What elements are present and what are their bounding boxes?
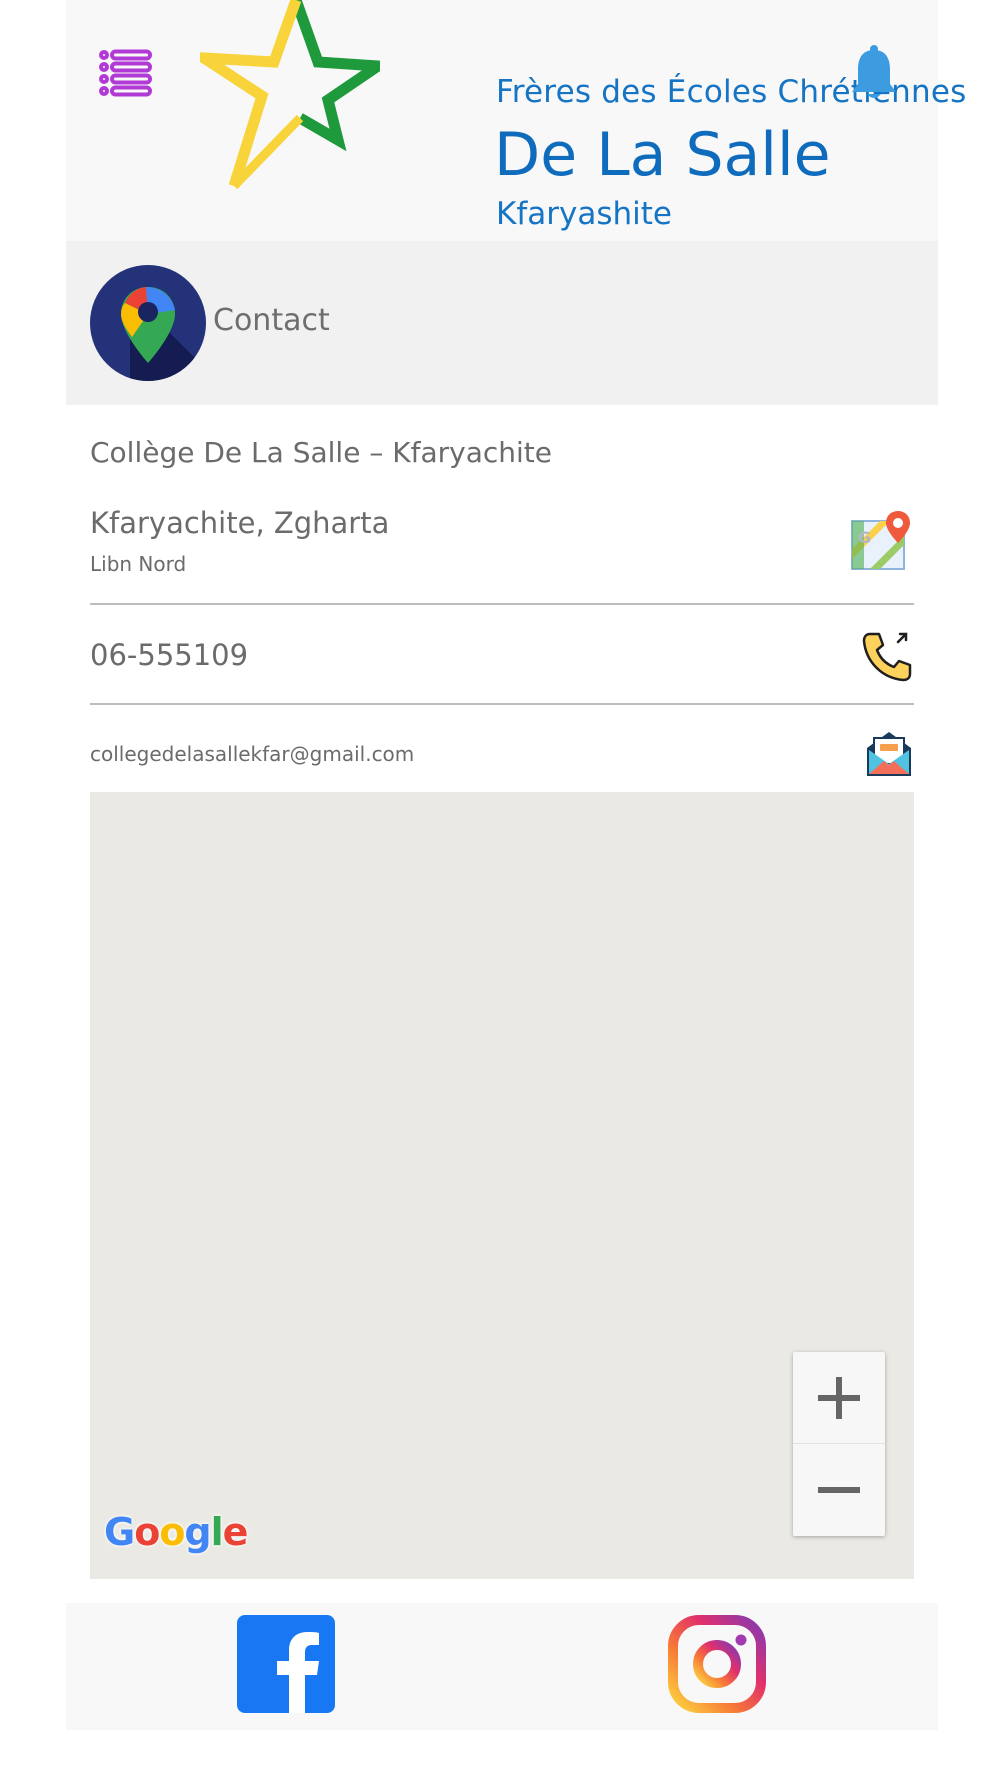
header: Frères des Écoles Chrétiennes De La Sall… xyxy=(66,0,966,241)
divider xyxy=(90,703,914,705)
bell-icon xyxy=(852,45,896,98)
school-logo: Frères des Écoles Chrétiennes De La Sall… xyxy=(200,0,966,241)
list-icon xyxy=(99,49,152,97)
zoom-out-button[interactable] xyxy=(793,1444,885,1536)
google-maps-icon: G xyxy=(851,511,910,570)
open-maps-button[interactable]: G xyxy=(850,509,912,571)
google-logo-letter: G xyxy=(104,1510,135,1554)
star-logo-icon xyxy=(200,0,380,190)
google-logo-letter: o xyxy=(159,1510,185,1554)
address-main: Kfaryachite, Zgharta xyxy=(90,506,390,540)
google-maps-pin-icon xyxy=(90,265,206,381)
app-root: Frères des Écoles Chrétiennes De La Sall… xyxy=(66,0,966,1730)
email-address: collegedelasallekfar@gmail.com xyxy=(90,742,415,766)
google-logo-letter: e xyxy=(222,1510,249,1554)
google-attribution: Google xyxy=(104,1510,249,1554)
google-logo-letter: l xyxy=(210,1510,224,1554)
phone-call-icon xyxy=(862,632,912,682)
open-mail-icon xyxy=(867,732,911,776)
instagram-icon xyxy=(668,1615,766,1713)
zoom-controls xyxy=(793,1352,885,1536)
facebook-icon xyxy=(237,1615,335,1713)
logo-line-2: De La Salle xyxy=(494,120,831,190)
instagram-button[interactable] xyxy=(668,1615,766,1713)
google-logo-letter: g xyxy=(184,1510,211,1554)
svg-text:G: G xyxy=(858,528,871,547)
page-title: Contact xyxy=(213,303,330,338)
call-button[interactable] xyxy=(862,630,914,682)
divider xyxy=(90,603,914,605)
plus-icon xyxy=(818,1377,860,1419)
google-logo-letter: o xyxy=(134,1510,160,1554)
facebook-button[interactable] xyxy=(237,1615,335,1713)
email-button[interactable] xyxy=(864,728,914,778)
phone-number: 06-555109 xyxy=(90,638,249,672)
minus-icon xyxy=(818,1487,860,1493)
map-view[interactable]: Google xyxy=(90,792,914,1579)
social-footer xyxy=(66,1603,938,1730)
school-name: Collège De La Salle – Kfaryachite xyxy=(90,436,552,469)
zoom-in-button[interactable] xyxy=(793,1352,885,1444)
address-sub: Libn Nord xyxy=(90,552,187,576)
notifications-button[interactable] xyxy=(850,44,898,102)
menu-button[interactable] xyxy=(98,48,154,98)
contact-heading-bar: Contact xyxy=(66,241,938,405)
logo-line-3: Kfaryashite xyxy=(496,196,672,232)
